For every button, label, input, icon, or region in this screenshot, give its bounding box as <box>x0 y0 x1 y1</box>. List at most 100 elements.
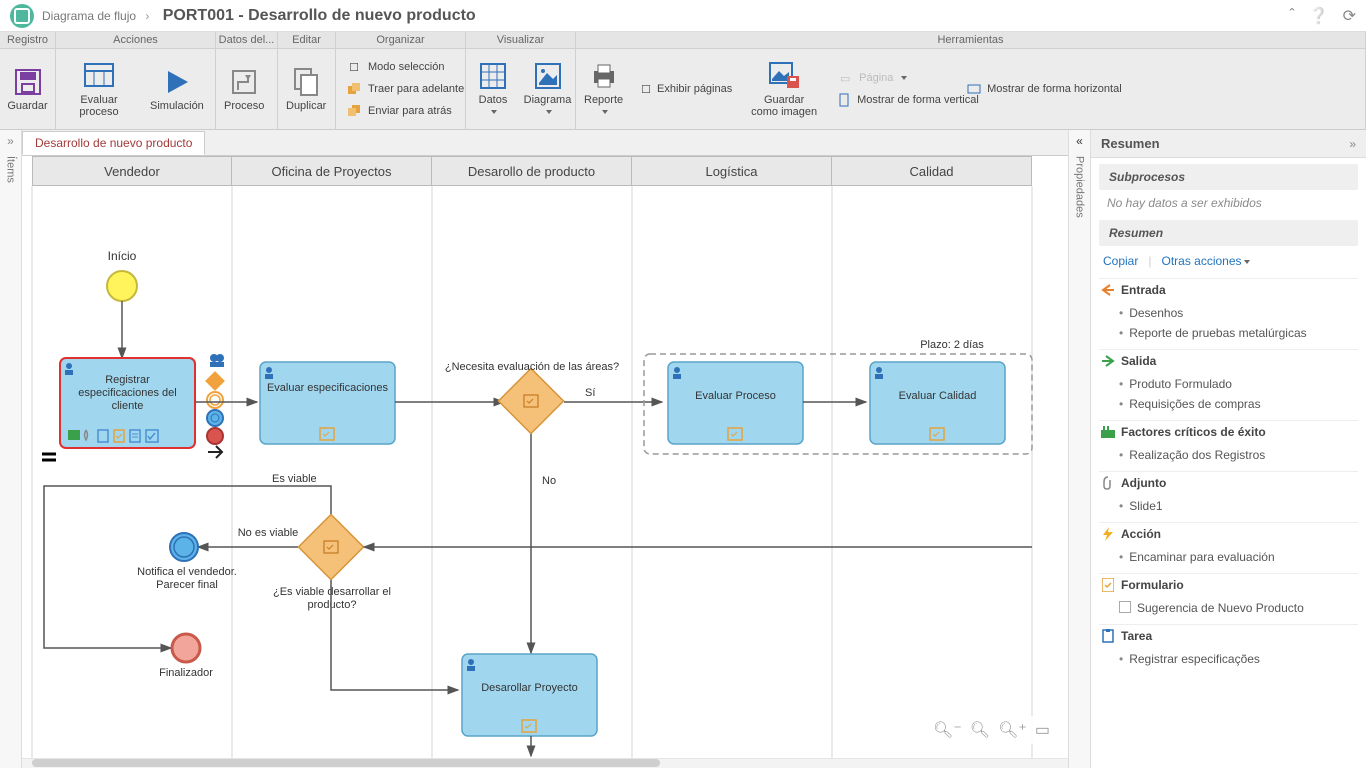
clipboard-icon <box>1101 629 1115 643</box>
right-sidebar-collapsed[interactable]: « Propiedades <box>1068 130 1090 768</box>
refresh-icon[interactable]: ⟳ <box>1343 6 1356 26</box>
show-horizontal-button[interactable]: Mostrar de forma horizontal <box>963 79 1081 99</box>
task-desarrollar[interactable]: Desarollar Proyecto <box>462 654 597 736</box>
zoom-reset-icon[interactable]: 🔍︎ <box>970 720 990 740</box>
user-tool-icon[interactable] <box>210 354 224 367</box>
tabstrip: Desarrollo de nuevo producto <box>22 130 1068 156</box>
list-item: Requisições de compras <box>1119 394 1358 414</box>
event-tool-icon[interactable] <box>207 410 223 426</box>
zoom-controls: 🔍︎⁻ 🔍︎ 🔍︎⁺ ▭ <box>929 716 1054 744</box>
table-icon <box>83 60 115 92</box>
task-registrar[interactable]: Registrar especificaciones del cliente <box>60 358 195 448</box>
zoom-out-icon[interactable]: 🔍︎⁻ <box>933 720 962 740</box>
group-title: Datos del... <box>216 32 277 49</box>
section-subprocesses: Subprocesos <box>1099 164 1358 190</box>
help-icon[interactable]: ❔ <box>1309 6 1329 26</box>
task-evaluar-calidad[interactable]: Evaluar Calidad <box>870 362 1005 444</box>
selection-mode-toggle[interactable]: ☐Modo selección <box>342 57 468 77</box>
left-sidebar-collapsed[interactable]: » Ítems <box>0 130 22 768</box>
summary-panel: Resumen » Subprocesos No hay datos a ser… <box>1090 130 1366 768</box>
checkbox-icon: ☐ <box>346 59 362 75</box>
list-item: Slide1 <box>1119 496 1358 516</box>
page-title: PORT001 - Desarrollo de nuevo producto <box>163 7 476 24</box>
main: » Ítems Desarrollo de nuevo producto Ven… <box>0 130 1366 768</box>
duplicate-button[interactable]: Duplicar <box>278 49 334 129</box>
svg-text:¿Necesita evaluación de las ár: ¿Necesita evaluación de las áreas? <box>445 361 619 373</box>
diagram-view-button[interactable]: Diagrama <box>520 49 575 129</box>
canvas-area: Desarrollo de nuevo producto Vendedor Of… <box>22 130 1068 768</box>
show-pages-toggle[interactable]: ☐Exhibir páginas <box>637 79 735 99</box>
category-factores: Factores críticos de éxito <box>1099 420 1358 443</box>
group-title: Registro <box>0 32 55 49</box>
ribbon-group-visualizar: Visualizar Datos Diagrama <box>466 32 576 129</box>
category-accion: Acción <box>1099 522 1358 545</box>
ribbon-group-editar: Editar Duplicar <box>278 32 336 129</box>
list-item: Desenhos <box>1119 303 1358 323</box>
sidebar-label: Propiedades <box>1074 156 1086 218</box>
minimap-icon[interactable]: ▭ <box>1035 720 1050 740</box>
ribbon-group-organizar: Organizar ☐Modo selección Traer para ade… <box>336 32 466 129</box>
zoom-in-icon[interactable]: 🔍︎⁺ <box>998 720 1027 740</box>
task-evaluar-proceso[interactable]: Evaluar Proceso <box>668 362 803 444</box>
sidebar-label: Ítems <box>5 156 17 183</box>
panel-header[interactable]: Resumen » <box>1091 130 1366 158</box>
list-item: Produto Formulado <box>1119 374 1358 394</box>
expand-left-icon[interactable]: « <box>1076 134 1083 148</box>
expand-right-icon[interactable]: » <box>7 134 14 148</box>
bolt-icon <box>1101 527 1115 541</box>
report-button[interactable]: Reporte <box>576 49 631 129</box>
list-item[interactable]: Sugerencia de Nuevo Producto <box>1119 598 1358 618</box>
evaluate-process-button[interactable]: Evaluar proceso <box>56 49 142 129</box>
group-title: Editar <box>278 32 335 49</box>
drag-handle-icon[interactable] <box>42 454 56 460</box>
section-summary: Resumen <box>1099 220 1358 246</box>
output-icon <box>1101 354 1115 368</box>
breadcrumb-root[interactable]: Diagrama de flujo <box>42 9 136 23</box>
copy-link[interactable]: Copiar <box>1103 254 1138 268</box>
start-event[interactable]: Início <box>107 249 137 301</box>
collapse-icon[interactable]: » <box>1349 137 1356 151</box>
send-to-back-button[interactable]: Enviar para atrás <box>342 101 468 121</box>
category-adjunto: Adjunto <box>1099 471 1358 494</box>
save-as-image-button[interactable]: Guardar como imagen <box>741 49 827 129</box>
input-icon <box>1101 283 1115 297</box>
task-evaluar-spec[interactable]: Evaluar especificaciones <box>260 362 395 444</box>
diagram-canvas[interactable]: Vendedor Oficina de Proyectos Desarollo … <box>22 156 1068 758</box>
bring-to-front-button[interactable]: Traer para adelante <box>342 79 468 99</box>
layers-front-icon <box>346 81 362 97</box>
more-actions-dropdown[interactable]: Otras acciones <box>1161 254 1249 268</box>
category-salida: Salida <box>1099 349 1358 372</box>
group-title: Herramientas <box>576 32 1365 49</box>
image-save-icon <box>768 60 800 92</box>
panel-title: Resumen <box>1101 136 1160 151</box>
end-event-tool-icon[interactable] <box>207 428 223 444</box>
empty-state: No hay datos a ser exhibidos <box>1099 194 1358 220</box>
end-event[interactable]: Finalizador <box>159 634 213 679</box>
save-button[interactable]: Guardar <box>0 49 55 129</box>
vertical-layout-icon <box>837 92 851 108</box>
play-icon <box>161 66 193 98</box>
topbar-actions: ˆ ❔ ⟳ <box>1289 6 1356 26</box>
process-icon <box>228 66 260 98</box>
group-title: Organizar <box>336 32 465 49</box>
paperclip-icon <box>1101 476 1115 490</box>
arrow-tool-icon[interactable] <box>208 446 222 458</box>
simulation-button[interactable]: Simulación <box>142 49 212 129</box>
collapse-up-icon[interactable]: ˆ <box>1289 7 1294 25</box>
list-item: Realização dos Registros <box>1119 445 1358 465</box>
list-item: Reporte de pruebas metalúrgicas <box>1119 323 1358 343</box>
chevron-right-icon: › <box>145 9 149 23</box>
list-item: Registrar especificações <box>1119 649 1358 669</box>
horizontal-scrollbar[interactable] <box>22 758 1068 768</box>
label-es-viable: Es viable <box>272 473 317 485</box>
page-icon: ▭ <box>837 70 853 86</box>
tab-active[interactable]: Desarrollo de nuevo producto <box>22 131 205 155</box>
gateway-tool-icon[interactable] <box>205 371 225 391</box>
show-vertical-button[interactable]: Mostrar de forma vertical <box>833 90 951 110</box>
form-icon <box>1101 578 1115 592</box>
factory-icon <box>1101 425 1115 439</box>
process-button[interactable]: Proceso <box>216 49 272 129</box>
node-toolbar[interactable] <box>205 354 225 458</box>
data-view-button[interactable]: Datos <box>466 49 520 129</box>
summary-actions: Copiar | Otras acciones <box>1099 250 1358 278</box>
